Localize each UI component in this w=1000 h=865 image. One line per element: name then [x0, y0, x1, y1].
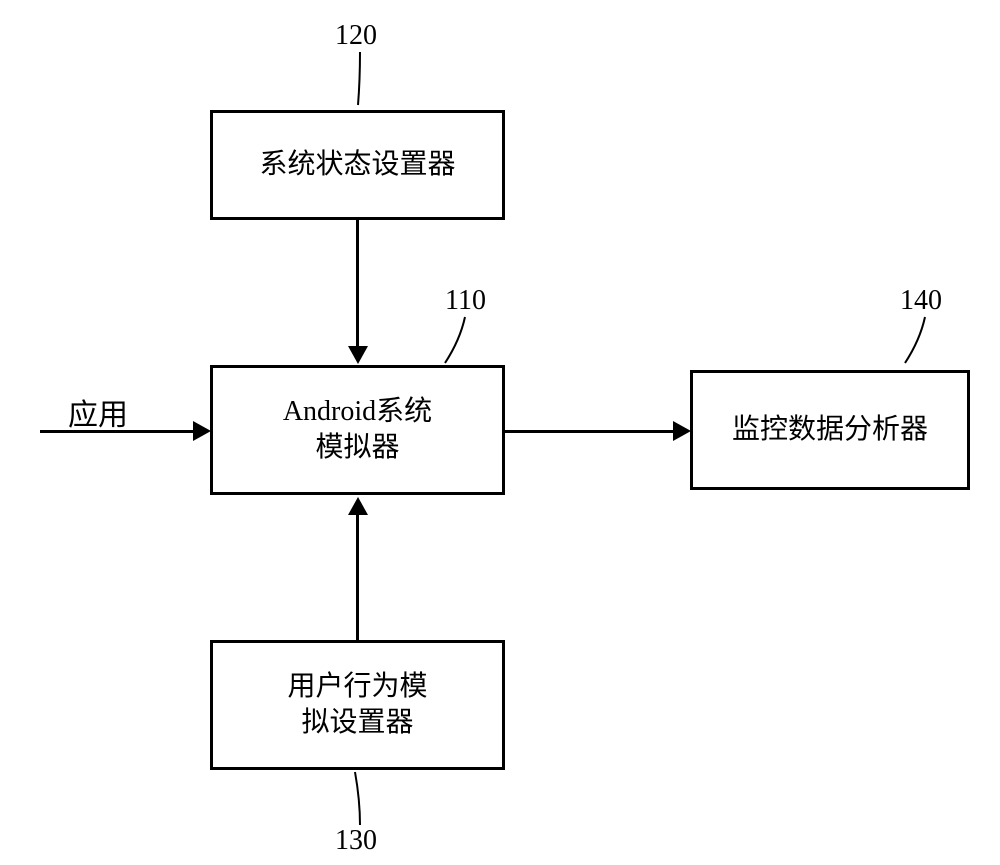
box-monitor-analyzer: 监控数据分析器: [690, 370, 970, 490]
arrow-120-to-110: [356, 220, 359, 348]
arrow-130-to-110: [356, 513, 359, 641]
box-system-state-text: 系统状态设置器: [259, 147, 455, 183]
arrowhead-130-to-110: [348, 497, 368, 515]
box-monitor-text: 监控数据分析器: [732, 412, 928, 448]
leader-130: [345, 770, 375, 830]
box-user-behavior-setter: 用户行为模 拟设置器: [210, 640, 505, 770]
box-system-state-setter: 系统状态设置器: [210, 110, 505, 220]
input-label: 应用: [68, 390, 128, 434]
label-120: 120: [335, 20, 377, 52]
arrow-input: [40, 430, 195, 433]
arrowhead-110-to-140: [673, 421, 691, 441]
label-140: 140: [900, 285, 942, 317]
box-user-behavior-text: 用户行为模 拟设置器: [287, 669, 427, 742]
box-android-emulator: Android系统 模拟器: [210, 365, 505, 495]
leader-110: [440, 315, 480, 370]
arrowhead-input: [193, 421, 211, 441]
leader-120: [350, 50, 380, 110]
leader-140: [900, 315, 940, 370]
arrowhead-120-to-110: [348, 346, 368, 364]
box-android-text: Android系统 模拟器: [283, 394, 432, 467]
label-110: 110: [445, 285, 486, 317]
arrow-110-to-140: [505, 430, 675, 433]
